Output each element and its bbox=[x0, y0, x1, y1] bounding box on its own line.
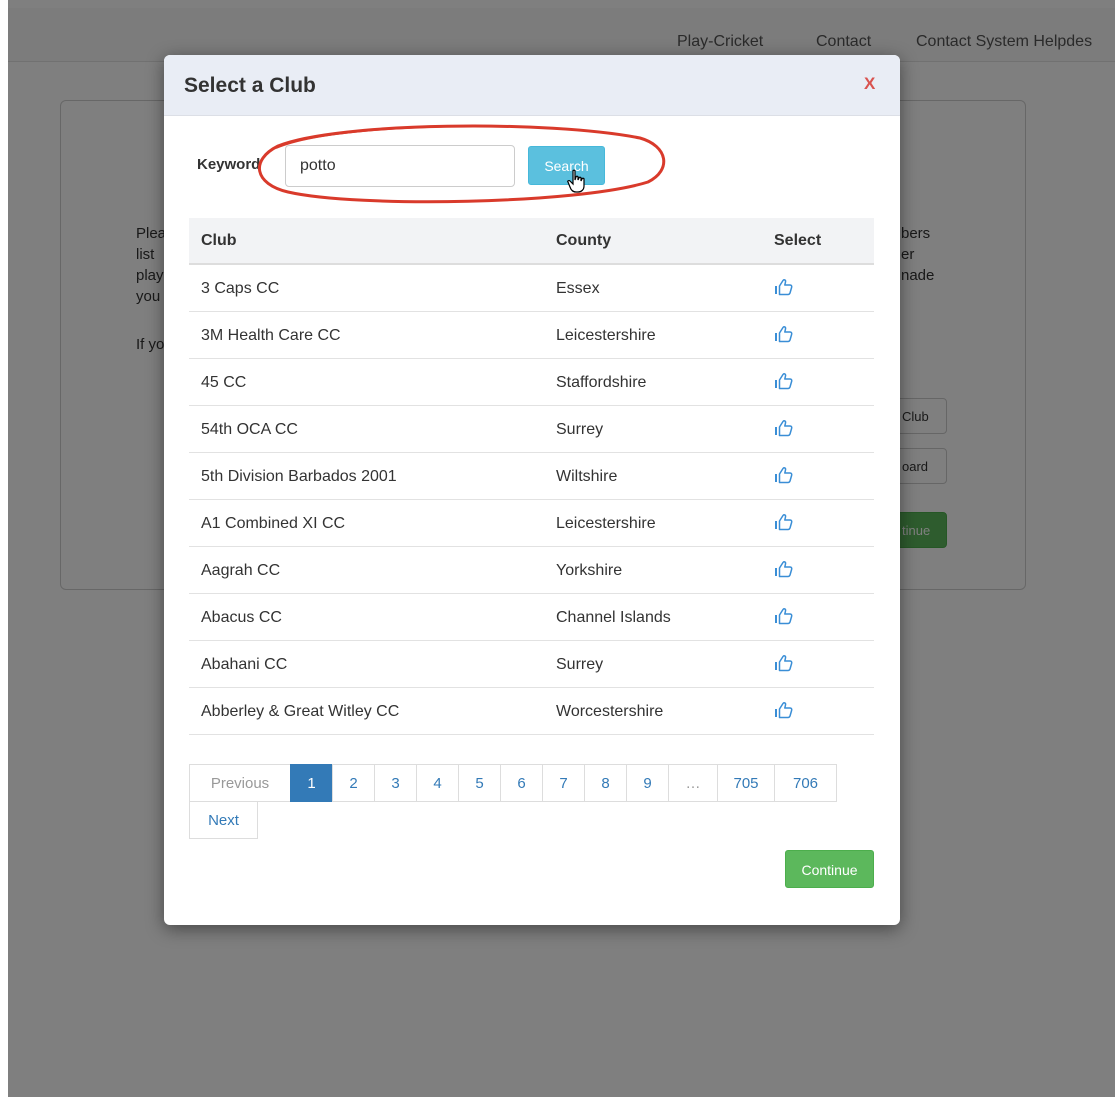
thumbs-up-icon[interactable] bbox=[773, 513, 793, 531]
table-row: A1 Combined XI CC Leicestershire bbox=[189, 500, 874, 547]
club-name: 45 CC bbox=[201, 374, 247, 391]
pagination-previous[interactable]: Previous bbox=[189, 764, 291, 802]
pagination-page[interactable]: 9 bbox=[626, 764, 669, 802]
club-name: A1 Combined XI CC bbox=[201, 515, 346, 532]
continue-button[interactable]: Continue bbox=[785, 850, 874, 888]
club-name: Abacus CC bbox=[201, 609, 282, 626]
club-name: 54th OCA CC bbox=[201, 421, 298, 438]
thumbs-up-icon[interactable] bbox=[773, 372, 793, 390]
table-row: Abahani CC Surrey bbox=[189, 641, 874, 688]
county-name: Essex bbox=[556, 280, 600, 297]
close-icon[interactable]: X bbox=[864, 74, 875, 94]
pagination-page-label: 9 bbox=[643, 775, 652, 792]
table-header: Club County Select bbox=[189, 218, 874, 265]
pagination-page-label: 5 bbox=[475, 775, 484, 792]
table-row: 5th Division Barbados 2001 Wiltshire bbox=[189, 453, 874, 500]
table-row: Abacus CC Channel Islands bbox=[189, 594, 874, 641]
pagination-page-label: 1 bbox=[307, 775, 316, 792]
thumbs-up-icon[interactable] bbox=[773, 325, 793, 343]
select-club-modal: Select a Club X Keyword Search Club Coun… bbox=[164, 55, 900, 925]
column-header-county: County bbox=[556, 232, 612, 249]
table-row: 3 Caps CC Essex bbox=[189, 265, 874, 312]
pagination-page-label: 8 bbox=[601, 775, 610, 792]
pagination-ellipsis-label: … bbox=[685, 775, 701, 792]
pagination-page[interactable]: 705 bbox=[717, 764, 775, 802]
table-row: 54th OCA CC Surrey bbox=[189, 406, 874, 453]
club-name: 3M Health Care CC bbox=[201, 327, 341, 344]
pagination-previous-label: Previous bbox=[210, 775, 270, 792]
clubs-table: Club County Select 3 Caps CC Essex 3M He… bbox=[189, 218, 874, 735]
county-name: Leicestershire bbox=[556, 327, 656, 344]
pagination-page[interactable]: 7 bbox=[542, 764, 585, 802]
pagination-page-label: 706 bbox=[792, 775, 819, 792]
pagination-page[interactable]: 2 bbox=[332, 764, 375, 802]
pagination-page[interactable]: 3 bbox=[374, 764, 417, 802]
table-row: 3M Health Care CC Leicestershire bbox=[189, 312, 874, 359]
pagination-page[interactable]: 8 bbox=[584, 764, 627, 802]
continue-button-label: Continue bbox=[801, 862, 858, 878]
thumbs-up-icon[interactable] bbox=[773, 560, 793, 578]
column-header-select: Select bbox=[774, 232, 822, 249]
pagination-page[interactable]: 6 bbox=[500, 764, 543, 802]
pagination-ellipsis: … bbox=[668, 764, 718, 802]
county-name: Channel Islands bbox=[556, 609, 671, 626]
annotation-ellipse bbox=[258, 124, 666, 204]
pagination-page[interactable]: 1 bbox=[290, 764, 333, 802]
pagination-page-label: 6 bbox=[517, 775, 526, 792]
club-name: 3 Caps CC bbox=[201, 280, 280, 297]
pagination-next-label: Next bbox=[208, 812, 239, 829]
thumbs-up-icon[interactable] bbox=[773, 701, 793, 719]
county-name: Wiltshire bbox=[556, 468, 618, 485]
thumbs-up-icon[interactable] bbox=[773, 419, 793, 437]
hand-cursor-icon bbox=[567, 169, 585, 193]
table-row: 45 CC Staffordshire bbox=[189, 359, 874, 406]
club-name: Abberley & Great Witley CC bbox=[201, 703, 400, 720]
pagination-page-label: 7 bbox=[559, 775, 568, 792]
thumbs-up-icon[interactable] bbox=[773, 278, 793, 296]
pagination-page[interactable]: 4 bbox=[416, 764, 459, 802]
county-name: Staffordshire bbox=[556, 374, 647, 391]
club-name: Aagrah CC bbox=[201, 562, 281, 579]
pagination-page[interactable]: 5 bbox=[458, 764, 501, 802]
table-row: Abberley & Great Witley CC Worcestershir… bbox=[189, 688, 874, 735]
pagination: Previous 1 2 3 4 5 6 7 8 9 … 705 706 Nex… bbox=[189, 764, 879, 844]
pagination-page-label: 3 bbox=[391, 775, 400, 792]
column-header-club: Club bbox=[201, 232, 237, 249]
club-name: 5th Division Barbados 2001 bbox=[201, 468, 397, 485]
pagination-page[interactable]: 706 bbox=[774, 764, 837, 802]
modal-title: Select a Club bbox=[184, 74, 316, 97]
county-name: Surrey bbox=[556, 656, 604, 673]
pagination-next[interactable]: Next bbox=[189, 801, 258, 839]
pagination-page-label: 4 bbox=[433, 775, 442, 792]
club-name: Abahani CC bbox=[201, 656, 288, 673]
thumbs-up-icon[interactable] bbox=[773, 466, 793, 484]
thumbs-up-icon[interactable] bbox=[773, 654, 793, 672]
county-name: Surrey bbox=[556, 421, 604, 438]
page-edge bbox=[0, 0, 8, 1097]
table-row: Aagrah CC Yorkshire bbox=[189, 547, 874, 594]
thumbs-up-icon[interactable] bbox=[773, 607, 793, 625]
pagination-page-label: 2 bbox=[349, 775, 358, 792]
modal-header: Select a Club X bbox=[164, 55, 900, 116]
county-name: Worcestershire bbox=[556, 703, 664, 720]
county-name: Leicestershire bbox=[556, 515, 656, 532]
county-name: Yorkshire bbox=[556, 562, 623, 579]
pagination-page-label: 705 bbox=[733, 775, 759, 792]
